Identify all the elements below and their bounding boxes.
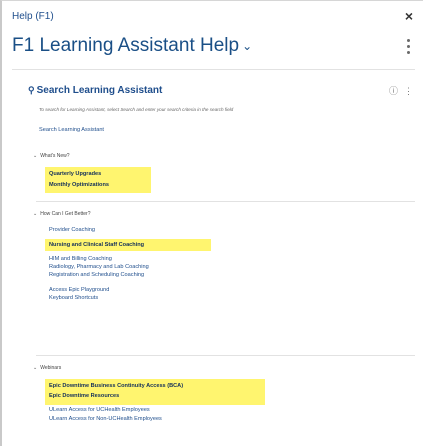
window-titlebar: Help (F1) × xyxy=(12,8,415,27)
chevron-down-icon: ⌄ xyxy=(33,153,38,159)
link-registration-scheduling-coaching[interactable]: Registration and Scheduling Coaching xyxy=(49,272,144,278)
search-icon: ⚲ xyxy=(28,85,35,95)
close-icon[interactable]: × xyxy=(405,8,413,24)
section-divider xyxy=(36,355,415,356)
search-tools: ⓘ ⋮ xyxy=(383,84,413,97)
vertical-ellipsis-icon[interactable] xyxy=(405,39,411,57)
chevron-down-icon: ⌄ xyxy=(242,38,253,53)
link-monthly-optimizations[interactable]: Monthly Optimizations xyxy=(49,182,109,188)
link-him-billing-coaching[interactable]: HIM and Billing Coaching xyxy=(49,256,112,262)
chevron-down-icon: ⌄ xyxy=(33,211,38,217)
link-access-epic-playground[interactable]: Access Epic Playground xyxy=(49,287,109,293)
link-nursing-coaching[interactable]: Nursing and Clinical Staff Coaching xyxy=(49,242,144,248)
section-menu-icon[interactable]: ⋮ xyxy=(404,86,413,96)
info-icon[interactable]: ⓘ xyxy=(389,86,398,96)
section-toggle-whats-new[interactable]: ⌄ What's New? xyxy=(33,153,70,159)
link-ulearn-non-uchealth-employees[interactable]: ULearn Access for Non-UCHealth Employees xyxy=(49,416,162,422)
link-epic-downtime-bca[interactable]: Epic Downtime Business Continuity Access… xyxy=(49,383,183,389)
link-radiology-pharmacy-lab-coaching[interactable]: Radiology, Pharmacy and Lab Coaching xyxy=(49,264,149,270)
page-title: F1 Learning Assistant Help xyxy=(12,35,240,56)
search-heading: ⚲ Search Learning Assistant xyxy=(28,85,163,96)
window-title: Help (F1) xyxy=(12,11,54,22)
section-toggle-webinars[interactable]: ⌄ Webinars xyxy=(33,365,61,371)
search-learning-assistant-link[interactable]: Search Learning Assistant xyxy=(39,127,104,133)
panel-header: F1 Learning Assistant Help ⌄ xyxy=(12,35,415,63)
chevron-down-icon: ⌄ xyxy=(33,365,38,371)
link-quarterly-upgrades[interactable]: Quarterly Upgrades xyxy=(49,171,101,177)
help-panel: Help (F1) × F1 Learning Assistant Help ⌄ … xyxy=(0,0,423,446)
search-instructions: To search for Learning Assistant, select… xyxy=(39,107,234,112)
section-divider xyxy=(36,201,415,202)
link-ulearn-uchealth-employees[interactable]: ULearn Access for UCHealth Employees xyxy=(49,407,150,413)
link-keyboard-shortcuts[interactable]: Keyboard Shortcuts xyxy=(49,295,98,301)
section-toggle-how-can-i-get-better[interactable]: ⌄ How Can I Get Better? xyxy=(33,211,91,217)
header-divider xyxy=(12,69,415,70)
link-provider-coaching[interactable]: Provider Coaching xyxy=(49,227,95,233)
page-title-dropdown[interactable]: F1 Learning Assistant Help ⌄ xyxy=(12,35,252,57)
link-epic-downtime-resources[interactable]: Epic Downtime Resources xyxy=(49,393,119,399)
